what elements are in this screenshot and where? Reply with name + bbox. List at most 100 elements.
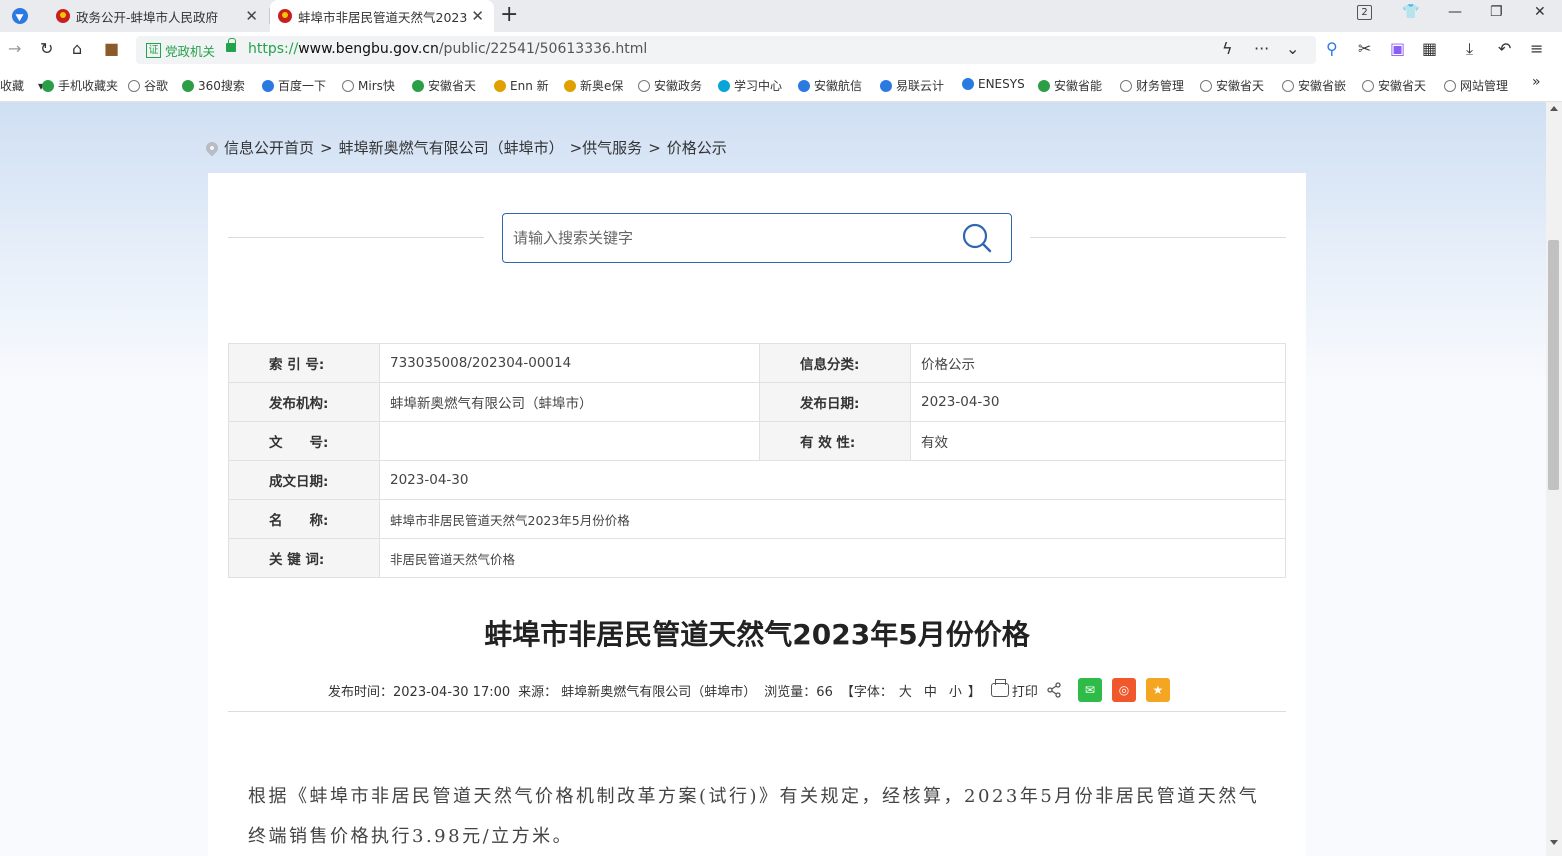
url-host: www.bengbu.gov.cn bbox=[298, 41, 439, 57]
home-icon[interactable]: ⌂ bbox=[72, 40, 82, 58]
bookmark-item[interactable]: 手机收藏夹 bbox=[42, 77, 118, 94]
info-divider bbox=[228, 711, 1286, 712]
scissors-icon[interactable]: ✂ bbox=[1358, 40, 1371, 58]
print-button[interactable]: 打印 bbox=[1012, 681, 1038, 700]
breadcrumb-price[interactable]: 价格公示 bbox=[667, 137, 727, 158]
cloud-icon bbox=[880, 79, 892, 92]
globe-icon bbox=[1444, 79, 1456, 92]
keywords-label: 关 键 词: bbox=[228, 538, 380, 578]
enn-icon bbox=[494, 79, 506, 92]
shirt-icon[interactable]: 👕 bbox=[1402, 4, 1419, 20]
chevron-down-icon[interactable]: ⌄ bbox=[1286, 40, 1299, 58]
menu-icon[interactable]: ≡ bbox=[1530, 40, 1543, 58]
globe-icon bbox=[128, 79, 140, 92]
tab-gov-public[interactable]: 政务公开-蚌埠市人民政府 ✕ bbox=[48, 0, 268, 32]
lightning-icon[interactable]: ϟ bbox=[1222, 40, 1233, 58]
bookmark-item[interactable]: 安徽省能 bbox=[1038, 77, 1102, 94]
share-icon[interactable] bbox=[1046, 682, 1062, 698]
scroll-down-icon[interactable] bbox=[1550, 840, 1558, 845]
briefcase-icon[interactable]: ■ bbox=[104, 40, 119, 58]
scroll-up-icon[interactable] bbox=[1550, 106, 1558, 111]
bookmark-item[interactable]: 百度一下 bbox=[262, 77, 326, 94]
search-icon[interactable]: ⚲ bbox=[1326, 40, 1338, 58]
article-title: 蚌埠市非居民管道天然气2023年5月份价格 bbox=[484, 618, 1030, 651]
bookmark-item[interactable]: 学习中心 bbox=[718, 77, 782, 94]
emblem-icon bbox=[278, 9, 292, 23]
navigation-bar: → ↻ ⌂ ■ 证 党政机关 https://www.bengbu.gov.cn… bbox=[0, 32, 1562, 68]
bookmark-item[interactable]: 易联云计 bbox=[880, 77, 944, 94]
favorite-star-icon[interactable]: ★ bbox=[1145, 678, 1170, 702]
reload-icon[interactable]: ↻ bbox=[40, 40, 53, 58]
translate-icon[interactable]: ▣ bbox=[1390, 40, 1405, 58]
globe-icon bbox=[342, 79, 354, 92]
bookmark-item[interactable]: 财务管理 bbox=[1120, 77, 1184, 94]
docno-value bbox=[379, 421, 760, 461]
publisher-value: 蚌埠新奥燃气有限公司（蚌埠市） bbox=[379, 382, 760, 422]
bookmark-item[interactable]: 360搜索 bbox=[182, 77, 245, 94]
close-window-icon[interactable]: ✕ bbox=[1534, 4, 1546, 20]
url-protocol: https:// bbox=[248, 41, 299, 57]
scrollbar-thumb[interactable] bbox=[1548, 240, 1559, 490]
bookmark-item[interactable]: Mirs快 bbox=[342, 77, 395, 94]
bookmark-item[interactable]: 网站管理 bbox=[1444, 77, 1508, 94]
validity-label: 有 效 性: bbox=[759, 421, 911, 461]
font-medium-button[interactable]: 中 bbox=[924, 681, 937, 700]
bookmark-item[interactable]: 安徽省嵌 bbox=[1282, 77, 1346, 94]
undo-icon[interactable]: ↶ bbox=[1498, 40, 1511, 58]
search-divider-right bbox=[1030, 237, 1286, 238]
search-input[interactable] bbox=[513, 226, 953, 250]
bookmarks-overflow-icon[interactable]: » bbox=[1532, 74, 1541, 90]
tab-gas-price[interactable]: 蚌埠市非居民管道天然气2023 ✕ bbox=[270, 0, 494, 32]
printer-icon[interactable] bbox=[990, 679, 1009, 697]
telegram-icon[interactable] bbox=[12, 8, 28, 24]
lock-icon[interactable] bbox=[226, 38, 236, 52]
restore-icon[interactable]: ❐ bbox=[1490, 4, 1503, 20]
publish-time: 发布时间：2023-04-30 17:00 bbox=[328, 684, 511, 700]
table-row: 成文日期: 2023-04-30 bbox=[228, 460, 1286, 500]
created-label: 成文日期: bbox=[228, 460, 380, 500]
bookmark-item[interactable]: 谷歌 bbox=[128, 77, 168, 94]
weibo-share-icon[interactable]: ◎ bbox=[1111, 678, 1136, 702]
enn-e-icon bbox=[564, 79, 576, 92]
tab-label: 政务公开-蚌埠市人民政府 bbox=[76, 9, 219, 25]
bookmark-item[interactable]: 安徽省天 bbox=[1200, 77, 1264, 94]
font-large-button[interactable]: 大 bbox=[899, 681, 912, 700]
close-icon[interactable]: ✕ bbox=[245, 8, 258, 24]
gov-badge[interactable]: 证 党政机关 bbox=[146, 41, 215, 60]
download-icon[interactable]: ⤓ bbox=[1466, 40, 1473, 58]
bookmark-item[interactable]: Enn 新 bbox=[494, 77, 549, 94]
more-icon[interactable]: ··· bbox=[1254, 40, 1269, 58]
bookmark-item[interactable]: 安徽政务 bbox=[638, 77, 702, 94]
globe-icon bbox=[1120, 79, 1132, 92]
breadcrumb-company[interactable]: 蚌埠新奥燃气有限公司（蚌埠市） bbox=[339, 137, 564, 158]
bookmark-item[interactable]: 安徽省天 bbox=[1362, 77, 1426, 94]
created-value: 2023-04-30 bbox=[379, 460, 1286, 500]
search-icon[interactable] bbox=[961, 222, 993, 254]
breadcrumb-supply[interactable]: >供气服务 bbox=[570, 137, 643, 158]
close-icon[interactable]: ✕ bbox=[471, 8, 484, 24]
bookmark-item[interactable]: 收藏▾ bbox=[0, 77, 44, 94]
tab-label: 蚌埠市非居民管道天然气2023 bbox=[298, 9, 468, 25]
globe-icon bbox=[1200, 79, 1212, 92]
font-size-end: 】 bbox=[967, 684, 981, 700]
globe-icon bbox=[1362, 79, 1374, 92]
bookmark-item[interactable]: 新奥e保 bbox=[564, 77, 623, 94]
wechat-share-icon[interactable]: ✉ bbox=[1077, 678, 1102, 702]
search-box bbox=[502, 213, 1012, 263]
keywords-value: 非居民管道天然气价格 bbox=[379, 538, 1286, 578]
font-small-button[interactable]: 小 bbox=[949, 681, 962, 700]
bookmark-item[interactable]: ENESYS bbox=[962, 77, 1025, 91]
leaf-icon bbox=[412, 79, 424, 92]
breadcrumb-sep: > bbox=[320, 138, 333, 157]
tab-count-badge[interactable]: 2 bbox=[1357, 5, 1372, 20]
apps-icon[interactable]: ▦ bbox=[1422, 40, 1437, 58]
font-size-label: 【字体： bbox=[840, 684, 893, 700]
url-text[interactable]: https://www.bengbu.gov.cn/public/22541/5… bbox=[248, 41, 647, 57]
bookmark-item[interactable]: 安徽航信 bbox=[798, 77, 862, 94]
emblem-icon bbox=[56, 9, 70, 23]
bookmark-item[interactable]: 安徽省天 bbox=[412, 77, 476, 94]
minimize-icon[interactable]: — bbox=[1448, 4, 1462, 20]
new-tab-button[interactable]: + bbox=[500, 3, 518, 27]
breadcrumb-home[interactable]: 信息公开首页 bbox=[224, 137, 314, 158]
forward-icon[interactable]: → bbox=[8, 40, 21, 58]
